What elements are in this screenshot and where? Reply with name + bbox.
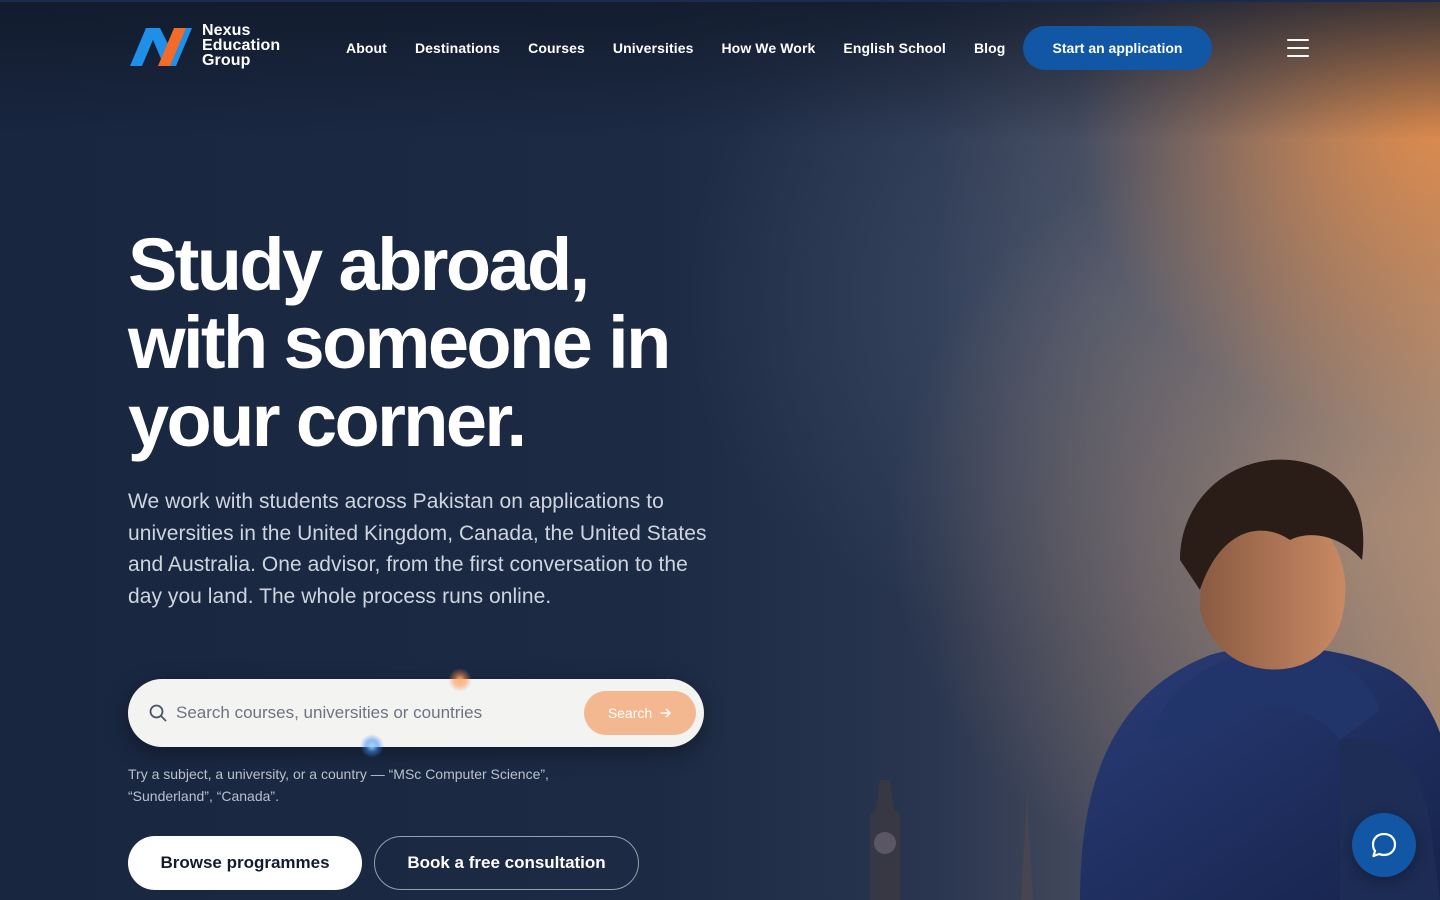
- headline-line2: with someone in: [128, 301, 671, 384]
- brand-logo[interactable]: Nexus Education Group: [128, 22, 280, 68]
- nav-link-english-school[interactable]: English School: [829, 36, 960, 60]
- nav-link-courses[interactable]: Courses: [514, 36, 599, 60]
- chat-bubble-icon: [1371, 832, 1397, 858]
- nav-link-destinations[interactable]: Destinations: [401, 36, 514, 60]
- arrow-right-icon: [660, 708, 671, 718]
- clock-tower-image: [870, 780, 900, 900]
- main-nav: About Destinations Courses Universities …: [332, 36, 1019, 60]
- browse-programmes-button[interactable]: Browse programmes: [128, 836, 362, 890]
- brand-name: Nexus Education Group: [202, 21, 281, 69]
- brand-name-line2: Education: [202, 36, 281, 54]
- search-button[interactable]: Search: [584, 691, 696, 735]
- spire-image: [1021, 790, 1033, 900]
- nav-link-about[interactable]: About: [332, 36, 401, 60]
- search-bar: Search: [128, 679, 704, 747]
- search-button-label: Search: [607, 705, 653, 721]
- search-hint: Try a subject, a university, or a countr…: [128, 766, 549, 804]
- chat-button[interactable]: [1352, 813, 1416, 877]
- headline-line3: your corner.: [128, 379, 527, 462]
- headline-line1: Study abroad,: [128, 223, 590, 306]
- cursor-glow-blue: [360, 734, 384, 758]
- book-consultation-button[interactable]: Book a free consultation: [374, 836, 639, 890]
- nav-link-blog[interactable]: Blog: [960, 36, 1020, 60]
- nexus-logo-icon: [130, 28, 192, 66]
- cursor-glow-orange: [448, 668, 472, 692]
- hero-subtext: We work with students across Pakistan on…: [128, 490, 707, 608]
- search-input[interactable]: [176, 696, 576, 730]
- nav-link-how-we-work[interactable]: How We Work: [707, 36, 829, 60]
- brand-name-line3: Group: [202, 51, 251, 69]
- search-icon: [149, 704, 167, 722]
- site-header: Nexus Education Group About Destinations…: [0, 0, 1440, 96]
- hamburger-menu-icon[interactable]: [1284, 36, 1312, 60]
- hero-headline: Study abroad, with someone in your corne…: [128, 226, 768, 460]
- nav-link-universities[interactable]: Universities: [599, 36, 708, 60]
- start-application-button[interactable]: Start an application: [1023, 26, 1212, 70]
- brand-name-line1: Nexus: [202, 21, 251, 39]
